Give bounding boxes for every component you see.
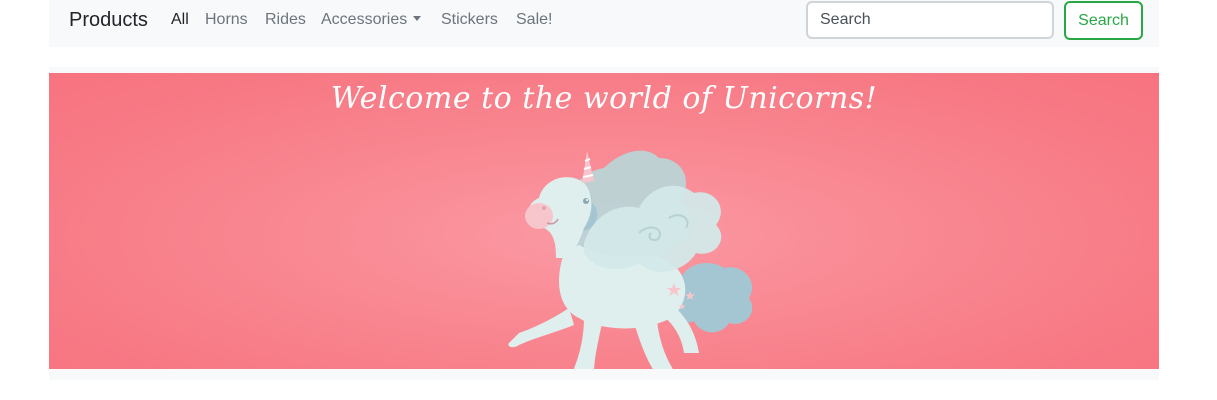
nav-link-all[interactable]: All: [171, 11, 189, 29]
chevron-down-icon: [413, 16, 422, 21]
hero-banner: Welcome to the world of Unicorns!: [49, 73, 1159, 369]
nav-link-sale[interactable]: Sale!: [516, 11, 552, 29]
nav-link-accessories[interactable]: Accessories: [321, 11, 422, 29]
navbar: Products All Horns Rides Accessories Sti…: [49, 0, 1159, 47]
nav-link-accessories-label: Accessories: [321, 11, 408, 28]
hero-section: Welcome to the world of Unicorns!: [49, 67, 1159, 380]
unicorn-illustration: [508, 150, 753, 369]
nav-link-stickers[interactable]: Stickers: [441, 11, 498, 29]
navbar-brand[interactable]: Products: [69, 9, 148, 32]
search-button[interactable]: Search: [1064, 1, 1143, 40]
search-input[interactable]: [806, 1, 1054, 39]
nav-link-horns[interactable]: Horns: [205, 11, 248, 29]
nav-link-rides[interactable]: Rides: [265, 11, 306, 29]
hero-title: Welcome to the world of Unicorns!: [330, 81, 878, 116]
